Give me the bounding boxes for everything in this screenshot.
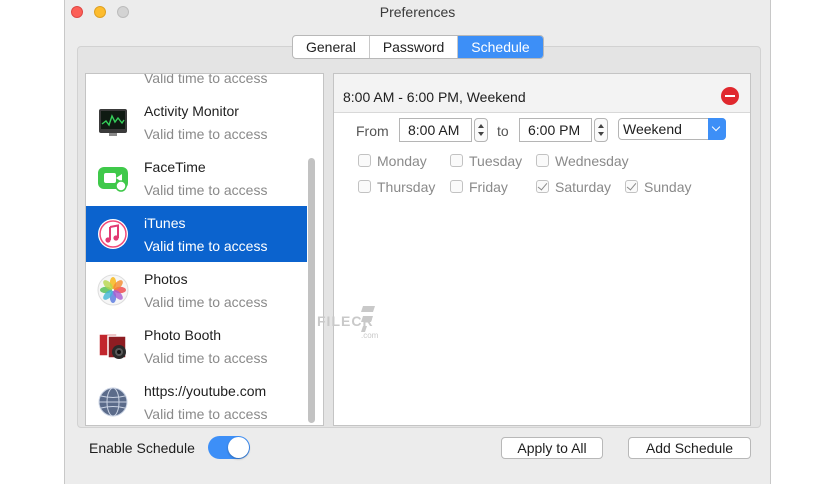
preferences-tabs: General Password Schedule (292, 35, 544, 59)
stepper-down-icon (478, 132, 484, 136)
checkbox-friday[interactable] (450, 180, 463, 193)
remove-schedule-button[interactable] (721, 87, 739, 105)
from-label: From (356, 123, 389, 139)
app-subtitle: Valid time to access (144, 350, 268, 366)
itunes-icon (98, 219, 128, 249)
facetime-icon (98, 167, 128, 192)
minus-icon (725, 95, 735, 97)
window-title: Preferences (379, 4, 456, 20)
checkbox-wednesday[interactable] (536, 154, 549, 167)
day-label-thursday: Thursday (377, 179, 436, 195)
from-time-stepper[interactable] (474, 118, 488, 142)
app-subtitle: Valid time to access (144, 182, 268, 198)
day-label-saturday: Saturday (555, 179, 612, 195)
app-list-scrollbar[interactable] (308, 158, 315, 423)
checkmark-icon (626, 180, 637, 191)
app-subtitle: Valid time to access (144, 73, 268, 86)
checkbox-saturday[interactable] (536, 180, 549, 193)
preferences-window: Preferences General Password Schedule Va… (64, 0, 771, 484)
checkbox-sunday[interactable] (625, 180, 638, 193)
stepper-down-icon (598, 132, 604, 136)
enable-schedule-toggle[interactable] (208, 436, 250, 459)
app-name: Photo Booth (144, 327, 222, 343)
watermark-sub: .com (361, 331, 379, 340)
photos-icon (97, 274, 129, 306)
checkmark-icon (537, 180, 548, 191)
toggle-knob (228, 437, 249, 458)
list-item-itunes[interactable]: iTunes Valid time to access (86, 206, 307, 262)
from-time-field[interactable]: 8:00 AM (399, 118, 472, 142)
watermark-text: FILECR (317, 313, 374, 329)
to-time-stepper[interactable] (594, 118, 608, 142)
app-subtitle: Valid time to access (144, 126, 268, 142)
list-item-partial[interactable]: Valid time to access (86, 73, 307, 94)
day-label-wednesday: Wednesday (555, 153, 629, 169)
activity-monitor-icon (99, 109, 127, 136)
list-item-activity-monitor[interactable]: Activity Monitor Valid time to access (86, 94, 307, 150)
day-label-tuesday: Tuesday (469, 153, 523, 169)
app-subtitle: Valid time to access (144, 294, 268, 310)
app-subtitle: Valid time to access (144, 238, 268, 254)
app-subtitle: Valid time to access (144, 406, 268, 422)
add-schedule-button[interactable]: Add Schedule (628, 437, 751, 459)
list-item-photos[interactable]: Photos Valid time to access (86, 262, 307, 318)
checkbox-thursday[interactable] (358, 180, 371, 193)
list-item-facetime[interactable]: FaceTime Valid time to access (86, 150, 307, 206)
list-item-photo-booth[interactable]: Photo Booth Valid time to access (86, 318, 307, 374)
enable-schedule-label: Enable Schedule (89, 440, 195, 456)
checkbox-monday[interactable] (358, 154, 371, 167)
title-bar: Preferences (65, 0, 770, 24)
chevron-down-icon (708, 118, 726, 140)
schedule-header[interactable]: 8:00 AM - 6:00 PM, Weekend (334, 74, 750, 113)
preset-select[interactable]: Weekend (618, 118, 726, 140)
preset-value: Weekend (623, 121, 682, 137)
day-label-sunday: Sunday (644, 179, 692, 195)
stepper-up-icon (478, 124, 484, 128)
app-name: Activity Monitor (144, 103, 239, 119)
list-item-youtube[interactable]: https://youtube.com Valid time to access (86, 374, 307, 425)
schedule-title: 8:00 AM - 6:00 PM, Weekend (343, 89, 526, 105)
checkbox-tuesday[interactable] (450, 154, 463, 167)
tab-schedule[interactable]: Schedule (458, 36, 543, 58)
app-name: FaceTime (144, 159, 206, 175)
app-name: iTunes (144, 215, 186, 231)
tab-password[interactable]: Password (370, 36, 459, 58)
apply-to-all-button[interactable]: Apply to All (501, 437, 603, 459)
photo-booth-icon (98, 333, 127, 359)
day-label-friday: Friday (469, 179, 508, 195)
app-name: Photos (144, 271, 188, 287)
to-time-field[interactable]: 6:00 PM (519, 118, 592, 142)
app-name: https://youtube.com (144, 383, 267, 399)
globe-icon (98, 387, 128, 417)
tab-general[interactable]: General (293, 36, 370, 58)
to-label: to (497, 123, 509, 139)
day-label-monday: Monday (377, 153, 427, 169)
app-list[interactable]: Valid time to access Activity Monitor Va… (85, 73, 324, 426)
stepper-up-icon (598, 124, 604, 128)
